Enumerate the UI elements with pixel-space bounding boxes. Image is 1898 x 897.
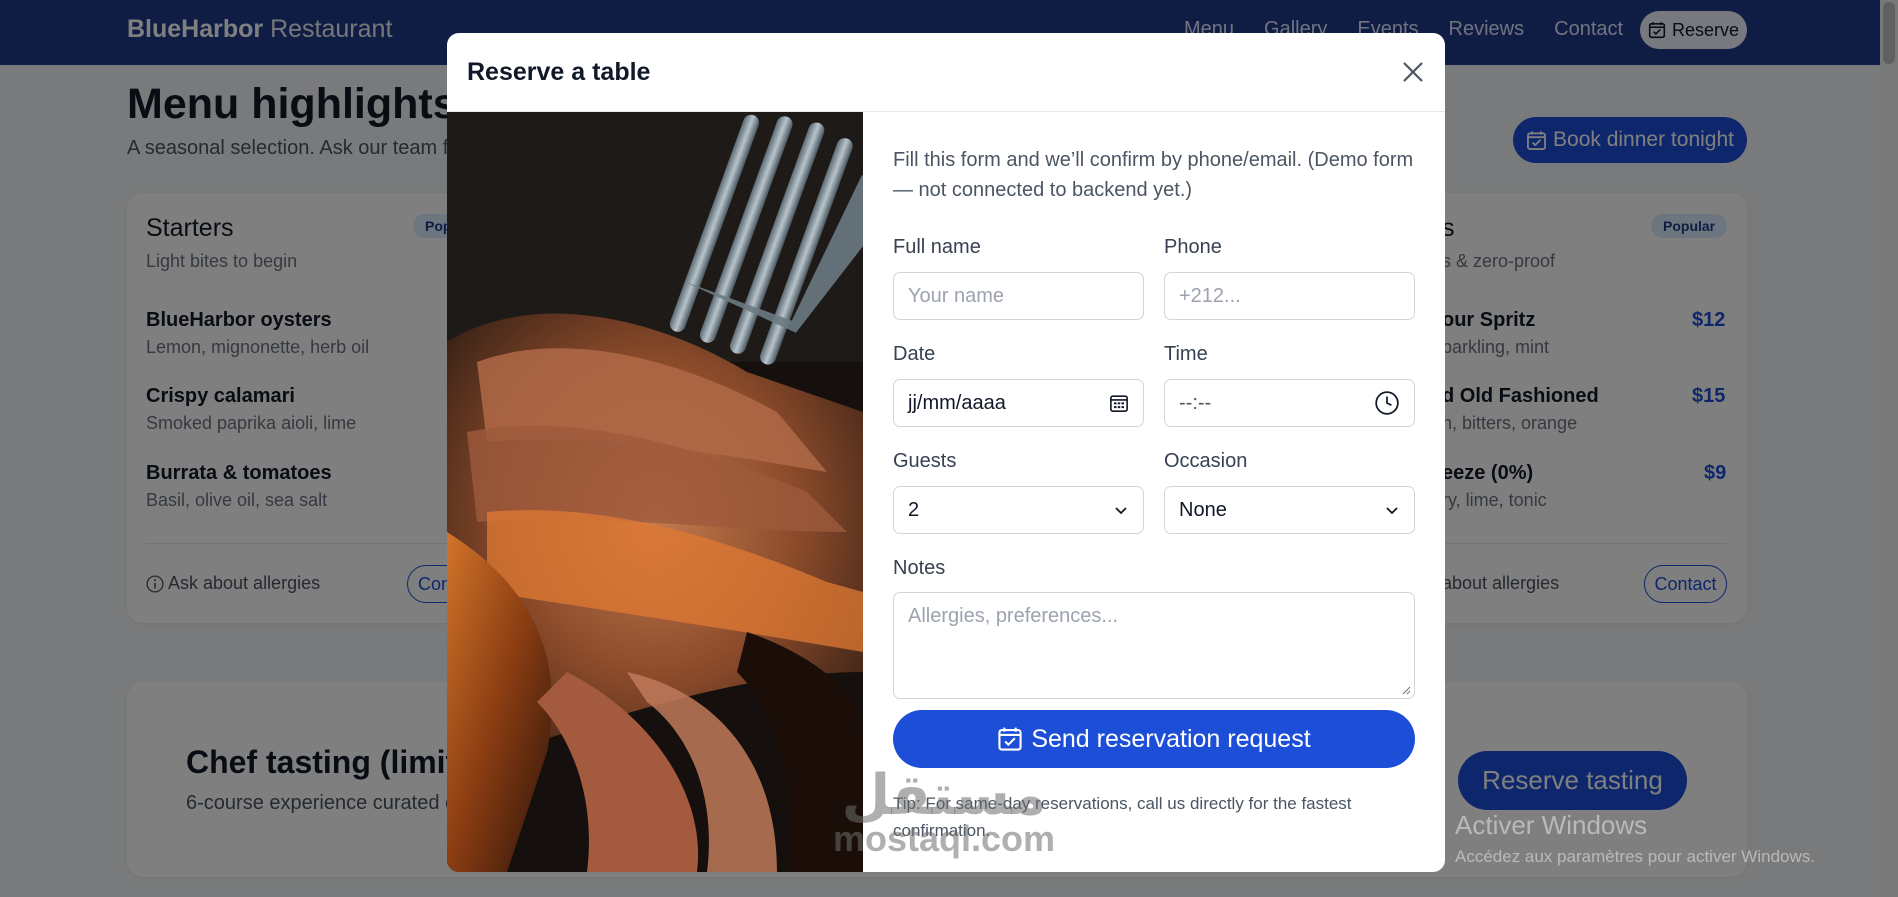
calendar-check-icon — [998, 727, 1022, 751]
time-input[interactable]: --:-- — [1164, 379, 1415, 427]
steak-photo — [447, 112, 863, 872]
calendar-icon[interactable] — [1109, 393, 1129, 413]
close-icon[interactable] — [1397, 56, 1429, 88]
full-name-input[interactable]: Your name — [893, 272, 1144, 320]
activate-subtitle: Accédez aux paramètres pour activer Wind… — [1455, 847, 1815, 866]
resize-handle-icon[interactable] — [1401, 685, 1411, 695]
send-reservation-button[interactable]: Send reservation request — [893, 710, 1415, 768]
watermark-latin: mostaql.com — [833, 818, 1056, 859]
chevron-down-icon — [1115, 507, 1127, 515]
phone-placeholder: +212... — [1179, 284, 1241, 307]
date-value: jj/mm/aaaa — [908, 391, 1006, 414]
occasion-select[interactable]: None — [1164, 486, 1415, 534]
clock-icon[interactable] — [1374, 390, 1400, 416]
full-name-label: Full name — [893, 236, 981, 258]
modal-title: Reserve a table — [467, 58, 651, 86]
notes-placeholder: Allergies, preferences... — [908, 605, 1119, 627]
guests-value: 2 — [908, 498, 920, 521]
modal-header: Reserve a table — [447, 33, 1445, 112]
food-photo — [447, 112, 863, 872]
time-label: Time — [1164, 343, 1208, 365]
occasion-value: None — [1179, 498, 1227, 521]
activate-title: Activer Windows — [1455, 810, 1648, 840]
reserve-modal: Reserve a table Fill this form and we’ll… — [447, 33, 1445, 872]
date-input[interactable]: jj/mm/aaaa — [893, 379, 1144, 427]
guests-select[interactable]: 2 — [893, 486, 1144, 534]
time-value: --:-- — [1179, 391, 1212, 414]
phone-input[interactable]: +212... — [1164, 272, 1415, 320]
form-intro: Fill this form and we’ll confirm by phon… — [893, 149, 1414, 201]
phone-label: Phone — [1164, 236, 1222, 258]
date-label: Date — [893, 343, 936, 365]
guests-label: Guests — [893, 450, 957, 472]
full-name-placeholder: Your name — [908, 284, 1004, 307]
activate-windows-watermark: Activer Windows Accédez aux paramètres p… — [1455, 810, 1815, 867]
chevron-down-icon — [1386, 507, 1398, 515]
notes-label: Notes — [893, 557, 946, 579]
notes-textarea[interactable]: Allergies, preferences... — [893, 592, 1415, 699]
send-reservation-label: Send reservation request — [1031, 724, 1311, 753]
occasion-label: Occasion — [1164, 450, 1248, 472]
mostaql-watermark: مستقل mostaql.com — [833, 763, 1056, 859]
watermark-arabic: مستقل — [841, 763, 1047, 828]
